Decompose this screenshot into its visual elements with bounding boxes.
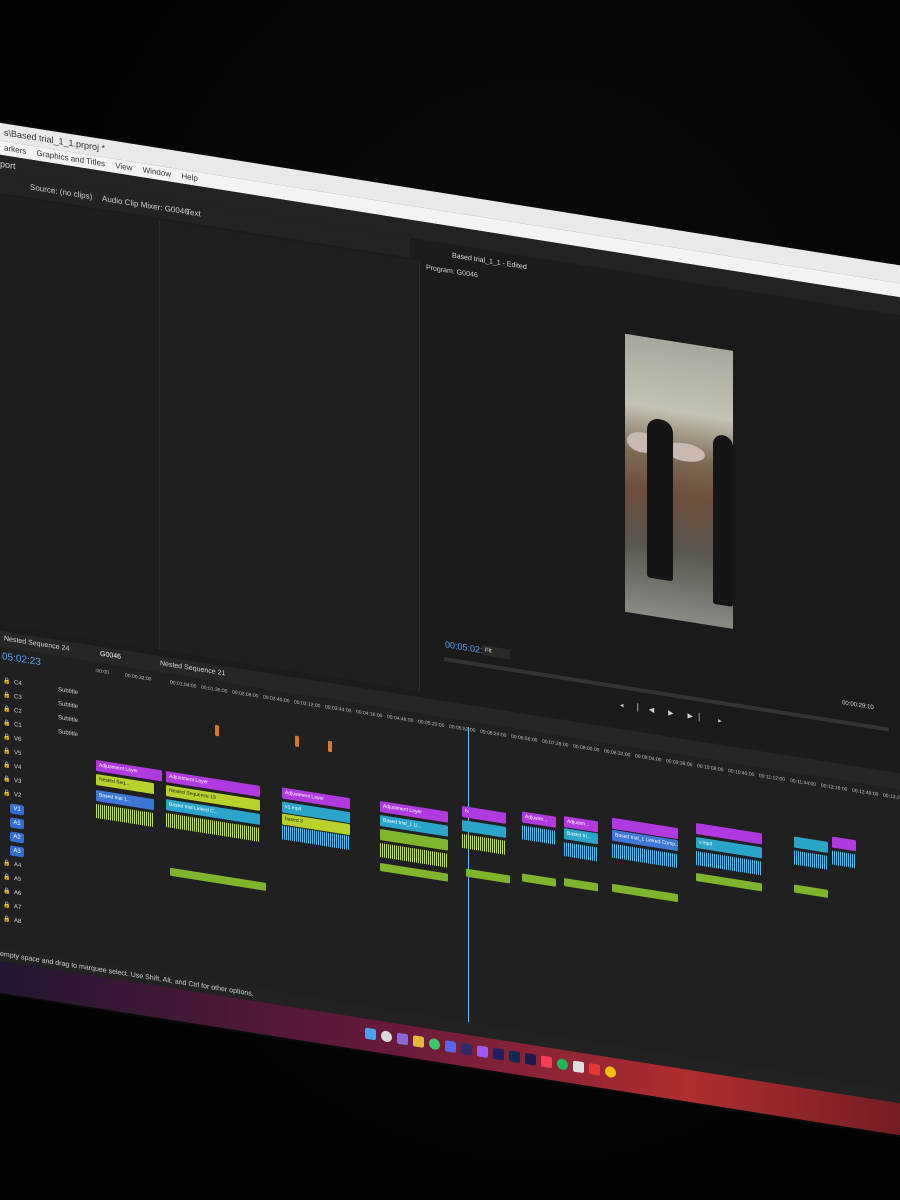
premiere-screen: s\Based trial_1_1.prproj * arkers Graphi… — [0, 118, 900, 1141]
discord-icon[interactable] — [445, 1040, 456, 1053]
person-left — [647, 417, 673, 582]
lock-icon[interactable]: 🔒 — [3, 689, 10, 703]
v1-target-tag[interactable]: V1 — [10, 803, 24, 816]
subtitle-clip[interactable] — [215, 724, 219, 737]
ruler-tick: 00:13:2 — [883, 792, 900, 802]
after-effects-icon[interactable] — [477, 1045, 488, 1059]
lock-icon[interactable]: 🔒 — [3, 759, 10, 773]
chrome-icon[interactable] — [605, 1065, 616, 1079]
menu-item-window[interactable]: Window — [143, 165, 171, 179]
tab-text[interactable]: Text — [186, 202, 201, 224]
program-video-frame — [625, 333, 733, 629]
app-icon[interactable] — [589, 1063, 600, 1076]
tab-g0046[interactable]: G0046 — [100, 647, 121, 666]
app-icon[interactable] — [461, 1042, 472, 1056]
source-monitor — [0, 194, 420, 692]
program-header: Based trial_1_1 - Edited — [452, 252, 527, 272]
a3-target-tag[interactable]: A3 — [10, 845, 24, 858]
lock-icon[interactable]: 🔒 — [3, 885, 10, 899]
lock-icon[interactable]: 🔒 — [3, 703, 10, 717]
menu-item-markers[interactable]: arkers — [4, 143, 26, 156]
photoshop-icon[interactable] — [509, 1050, 520, 1064]
lock-icon[interactable]: 🔒 — [3, 857, 10, 871]
spotify-icon[interactable] — [557, 1057, 568, 1071]
lock-icon[interactable]: 🔒 — [3, 745, 10, 759]
menu-item-help[interactable]: Help — [181, 171, 197, 183]
subtitle-clip[interactable] — [295, 735, 299, 748]
music-icon[interactable] — [541, 1055, 552, 1069]
subtitle-clip[interactable] — [328, 740, 332, 753]
workspace-export-tab[interactable]: port — [0, 159, 16, 171]
lock-icon[interactable]: 🔒 — [3, 675, 10, 689]
lock-icon[interactable]: 🔒 — [3, 913, 10, 927]
a2-target-tag[interactable]: A2 — [10, 831, 24, 844]
file-explorer-icon[interactable] — [413, 1035, 424, 1048]
app-icon[interactable] — [573, 1060, 584, 1074]
media-encoder-icon[interactable] — [525, 1052, 536, 1066]
lock-icon[interactable]: 🔒 — [3, 717, 10, 731]
whatsapp-icon[interactable] — [429, 1037, 440, 1051]
source-left-pane — [0, 194, 160, 651]
a1-target-tag[interactable]: A1 — [10, 817, 24, 830]
lock-icon[interactable]: 🔒 — [3, 731, 10, 745]
copilot-icon[interactable] — [397, 1032, 408, 1046]
person-right — [713, 433, 733, 607]
premiere-pro-icon[interactable] — [493, 1047, 504, 1061]
ruler-tick: :00:00 — [95, 667, 109, 677]
lock-icon[interactable]: 🔒 — [3, 871, 10, 885]
lock-icon[interactable]: 🔒 — [3, 899, 10, 913]
start-icon[interactable] — [365, 1027, 376, 1041]
lock-icon[interactable]: 🔒 — [3, 773, 10, 787]
lock-icon[interactable]: 🔒 — [3, 787, 10, 801]
menu-item-view[interactable]: View — [115, 161, 132, 173]
search-icon[interactable] — [381, 1030, 392, 1043]
